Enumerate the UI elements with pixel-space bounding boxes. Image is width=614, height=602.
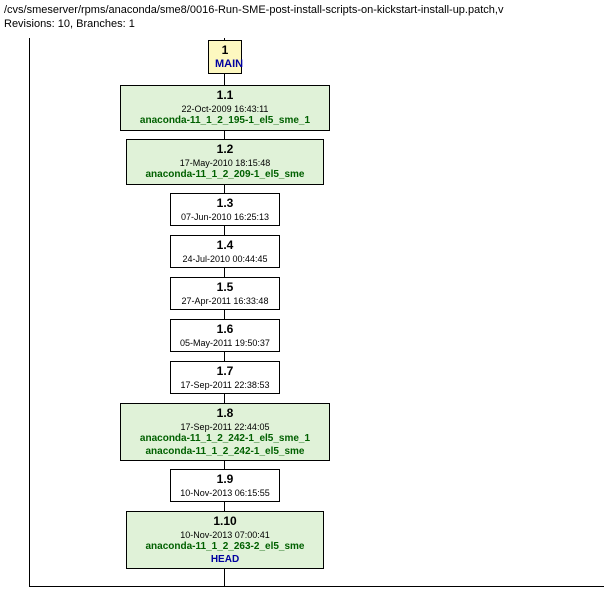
branch-number: 1 [222, 43, 229, 57]
rev-tag: anaconda-11_1_2_263-2_el5_sme [133, 541, 317, 553]
rev-date: 05-May-2011 19:50:37 [177, 338, 273, 348]
rev-date: 17-Sep-2011 22:38:53 [177, 380, 273, 390]
rev-date: 27-Apr-2011 16:33:48 [177, 296, 273, 306]
rev-date: 17-May-2010 18:15:48 [133, 158, 317, 168]
revision-node-1.6[interactable]: 1.6 05-May-2011 19:50:37 [170, 319, 280, 352]
rev-number: 1.3 [217, 196, 234, 210]
revision-summary: Revisions: 10, Branches: 1 [4, 18, 614, 30]
revision-node-1.3[interactable]: 1.3 07-Jun-2010 16:25:13 [170, 193, 280, 226]
revision-node-1.4[interactable]: 1.4 24-Jul-2010 00:44:45 [170, 235, 280, 268]
revision-node-1.1[interactable]: 1.1 22-Oct-2009 16:43:11 anaconda-11_1_2… [120, 85, 330, 131]
revision-node-1.7[interactable]: 1.7 17-Sep-2011 22:38:53 [170, 361, 280, 394]
rev-tag: anaconda-11_1_2_242-1_el5_sme [127, 446, 323, 458]
revision-node-1.5[interactable]: 1.5 27-Apr-2011 16:33:48 [170, 277, 280, 310]
rev-date: 10-Nov-2013 06:15:55 [177, 488, 273, 498]
rev-tag: anaconda-11_1_2_242-1_el5_sme_1 [127, 433, 323, 445]
rev-number: 1.5 [217, 280, 234, 294]
rev-number: 1.7 [217, 364, 234, 378]
rev-number: 1.10 [213, 514, 236, 528]
revision-node-1.2[interactable]: 1.2 17-May-2010 18:15:48 anaconda-11_1_2… [126, 139, 324, 185]
revision-node-1.9[interactable]: 1.9 10-Nov-2013 06:15:55 [170, 469, 280, 502]
rev-date: 17-Sep-2011 22:44:05 [127, 422, 323, 432]
rev-date: 22-Oct-2009 16:43:11 [127, 104, 323, 114]
rev-date: 07-Jun-2010 16:25:13 [177, 212, 273, 222]
file-path: /cvs/smeserver/rpms/anaconda/sme8/0016-R… [4, 4, 614, 16]
rev-number: 1.9 [217, 472, 234, 486]
rev-tag: anaconda-11_1_2_195-1_el5_sme_1 [127, 115, 323, 127]
rev-tag: anaconda-11_1_2_209-1_el5_sme [133, 169, 317, 181]
branch-node-main[interactable]: 1 MAIN [208, 40, 242, 74]
rev-date: 10-Nov-2013 07:00:41 [133, 530, 317, 540]
x-axis [29, 586, 604, 587]
branch-label: MAIN [215, 58, 235, 71]
rev-number: 1.1 [217, 88, 234, 102]
rev-number: 1.4 [217, 238, 234, 252]
rev-number: 1.2 [217, 142, 234, 156]
rev-date: 24-Jul-2010 00:44:45 [177, 254, 273, 264]
revision-graph: 1 MAIN 1.1 22-Oct-2009 16:43:11 anaconda… [4, 38, 610, 598]
rev-number: 1.6 [217, 322, 234, 336]
rev-number: 1.8 [217, 406, 234, 420]
revision-node-1.10[interactable]: 1.10 10-Nov-2013 07:00:41 anaconda-11_1_… [126, 511, 324, 569]
y-axis [29, 38, 30, 586]
revision-node-1.8[interactable]: 1.8 17-Sep-2011 22:44:05 anaconda-11_1_2… [120, 403, 330, 461]
head-label: HEAD [133, 554, 317, 566]
